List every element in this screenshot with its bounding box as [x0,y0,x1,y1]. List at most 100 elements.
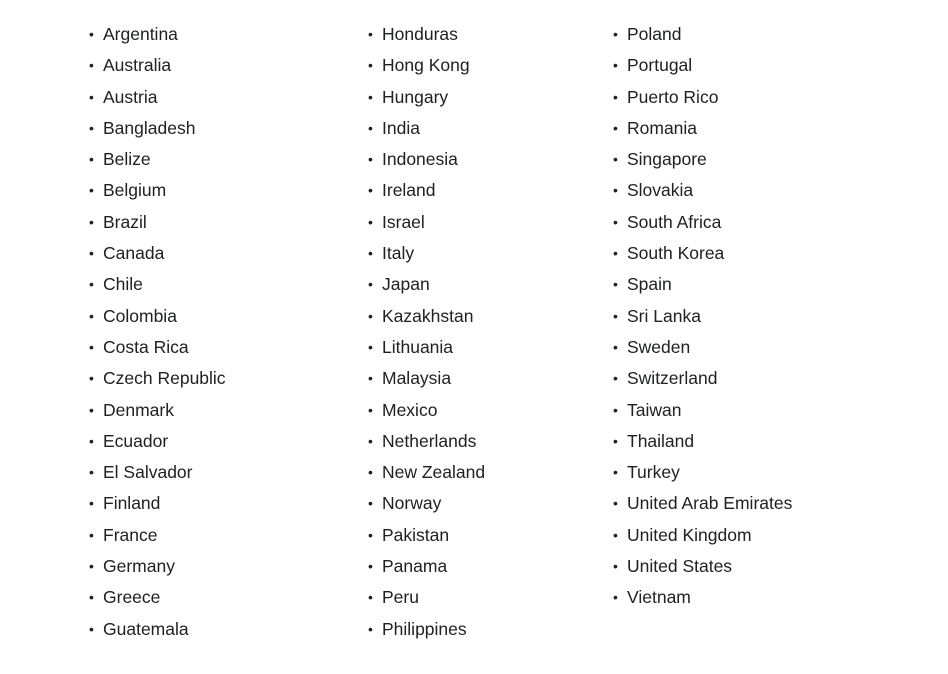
bullet-icon: • [613,213,618,230]
country-list-item: • Belize [89,144,226,175]
country-name: Singapore [627,149,707,170]
bullet-icon: • [613,495,618,512]
country-name: Slovakia [627,180,694,201]
country-name: Hong Kong [382,55,470,76]
bullet-icon: • [613,558,618,575]
country-list-item: • Peru [368,582,485,613]
country-name: Belize [103,149,151,170]
country-list-item: • Hong Kong [368,50,485,81]
country-list-item: • Italy [368,238,485,269]
country-name: Czech Republic [103,368,226,389]
country-list-item: • New Zealand [368,457,485,488]
bullet-icon: • [89,57,94,74]
bullet-icon: • [89,151,94,168]
country-list-item: • Panama [368,551,485,582]
bullet-icon: • [368,338,373,355]
country-list-item: • Singapore [613,144,792,175]
bullet-icon: • [89,526,94,543]
country-name: Israel [382,211,425,232]
country-name: Australia [103,55,172,76]
country-list-item: • Costa Rica [89,332,226,363]
country-list-item: • United Arab Emirates [613,488,792,519]
bullet-icon: • [613,464,618,481]
bullet-icon: • [368,464,373,481]
country-name: United Arab Emirates [627,493,793,514]
country-list-item: • Philippines [368,614,485,645]
country-name: Costa Rica [103,336,189,357]
country-name: Puerto Rico [627,86,719,107]
bullet-icon: • [368,245,373,262]
country-name: Kazakhstan [382,305,474,326]
country-list-item: • Malaysia [368,363,485,394]
bullet-icon: • [368,26,373,42]
country-name: Mexico [382,399,438,420]
bullet-icon: • [613,307,618,324]
country-list-item: • Sweden [613,332,792,363]
country-name: Guatemala [103,618,189,639]
country-name: Ecuador [103,430,169,451]
country-name: Finland [103,493,161,514]
bullet-icon: • [368,151,373,168]
country-name: Colombia [103,305,177,326]
country-name: Malaysia [382,368,452,389]
country-list-item: • Denmark [89,395,226,426]
bullet-icon: • [368,620,373,637]
bullet-icon: • [89,307,94,324]
country-list-item: • Brazil [89,207,226,238]
bullet-icon: • [89,245,94,262]
bullet-icon: • [613,338,618,355]
bullet-icon: • [613,276,618,293]
country-list-item: • Indonesia [368,144,485,175]
country-list-item: • Israel [368,207,485,238]
country-list-item: • Puerto Rico [613,82,792,113]
country-name: Spain [627,274,672,295]
bullet-icon: • [613,151,618,168]
bullet-icon: • [368,526,373,543]
country-list-item: • Ecuador [89,426,226,457]
bullet-icon: • [368,589,373,606]
country-list-item: • South Africa [613,207,792,238]
country-name: Hungary [382,86,449,107]
country-list-item: • Finland [89,488,226,519]
country-list-item: • Vietnam [613,582,792,613]
country-list-item: • Hungary [368,82,485,113]
bullet-icon: • [368,401,373,418]
country-name: India [382,117,420,138]
country-name: Taiwan [627,399,682,420]
country-list-column-1: • Argentina • Australia • Austria • Bangladesh •… [89,19,226,645]
country-name: Romania [627,117,698,138]
country-name: Denmark [103,399,174,420]
country-name: South Africa [627,211,722,232]
bullet-icon: • [89,119,94,136]
country-name: Panama [382,556,448,577]
bullet-icon: • [89,589,94,606]
country-name: Vietnam [627,587,691,608]
bullet-icon: • [89,464,94,481]
country-list-item: • Turkey [613,457,792,488]
country-name: Netherlands [382,430,477,451]
bullet-icon: • [89,182,94,199]
bullet-icon: • [89,401,94,418]
country-list-item: • Argentina [89,19,226,50]
bullet-icon: • [613,26,618,42]
country-list-item: • United States [613,551,792,582]
country-name: Lithuania [382,336,454,357]
country-name: Sri Lanka [627,305,701,326]
country-name: Greece [103,587,161,608]
country-name: Poland [627,24,682,44]
country-list-item: • Guatemala [89,614,226,645]
country-name: Pakistan [382,524,450,545]
country-list-item: • Canada [89,238,226,269]
country-list-item: • United Kingdom [613,520,792,551]
country-list-item: • Thailand [613,426,792,457]
country-name: Thailand [627,430,695,451]
country-list-item: • Taiwan [613,395,792,426]
bullet-icon: • [89,213,94,230]
country-name: Turkey [627,462,680,483]
bullet-icon: • [613,182,618,199]
country-name: Sweden [627,336,691,357]
country-name: Norway [382,493,442,514]
country-list-item: • Mexico [368,395,485,426]
country-name: Canada [103,243,165,264]
country-name: Japan [382,274,430,295]
